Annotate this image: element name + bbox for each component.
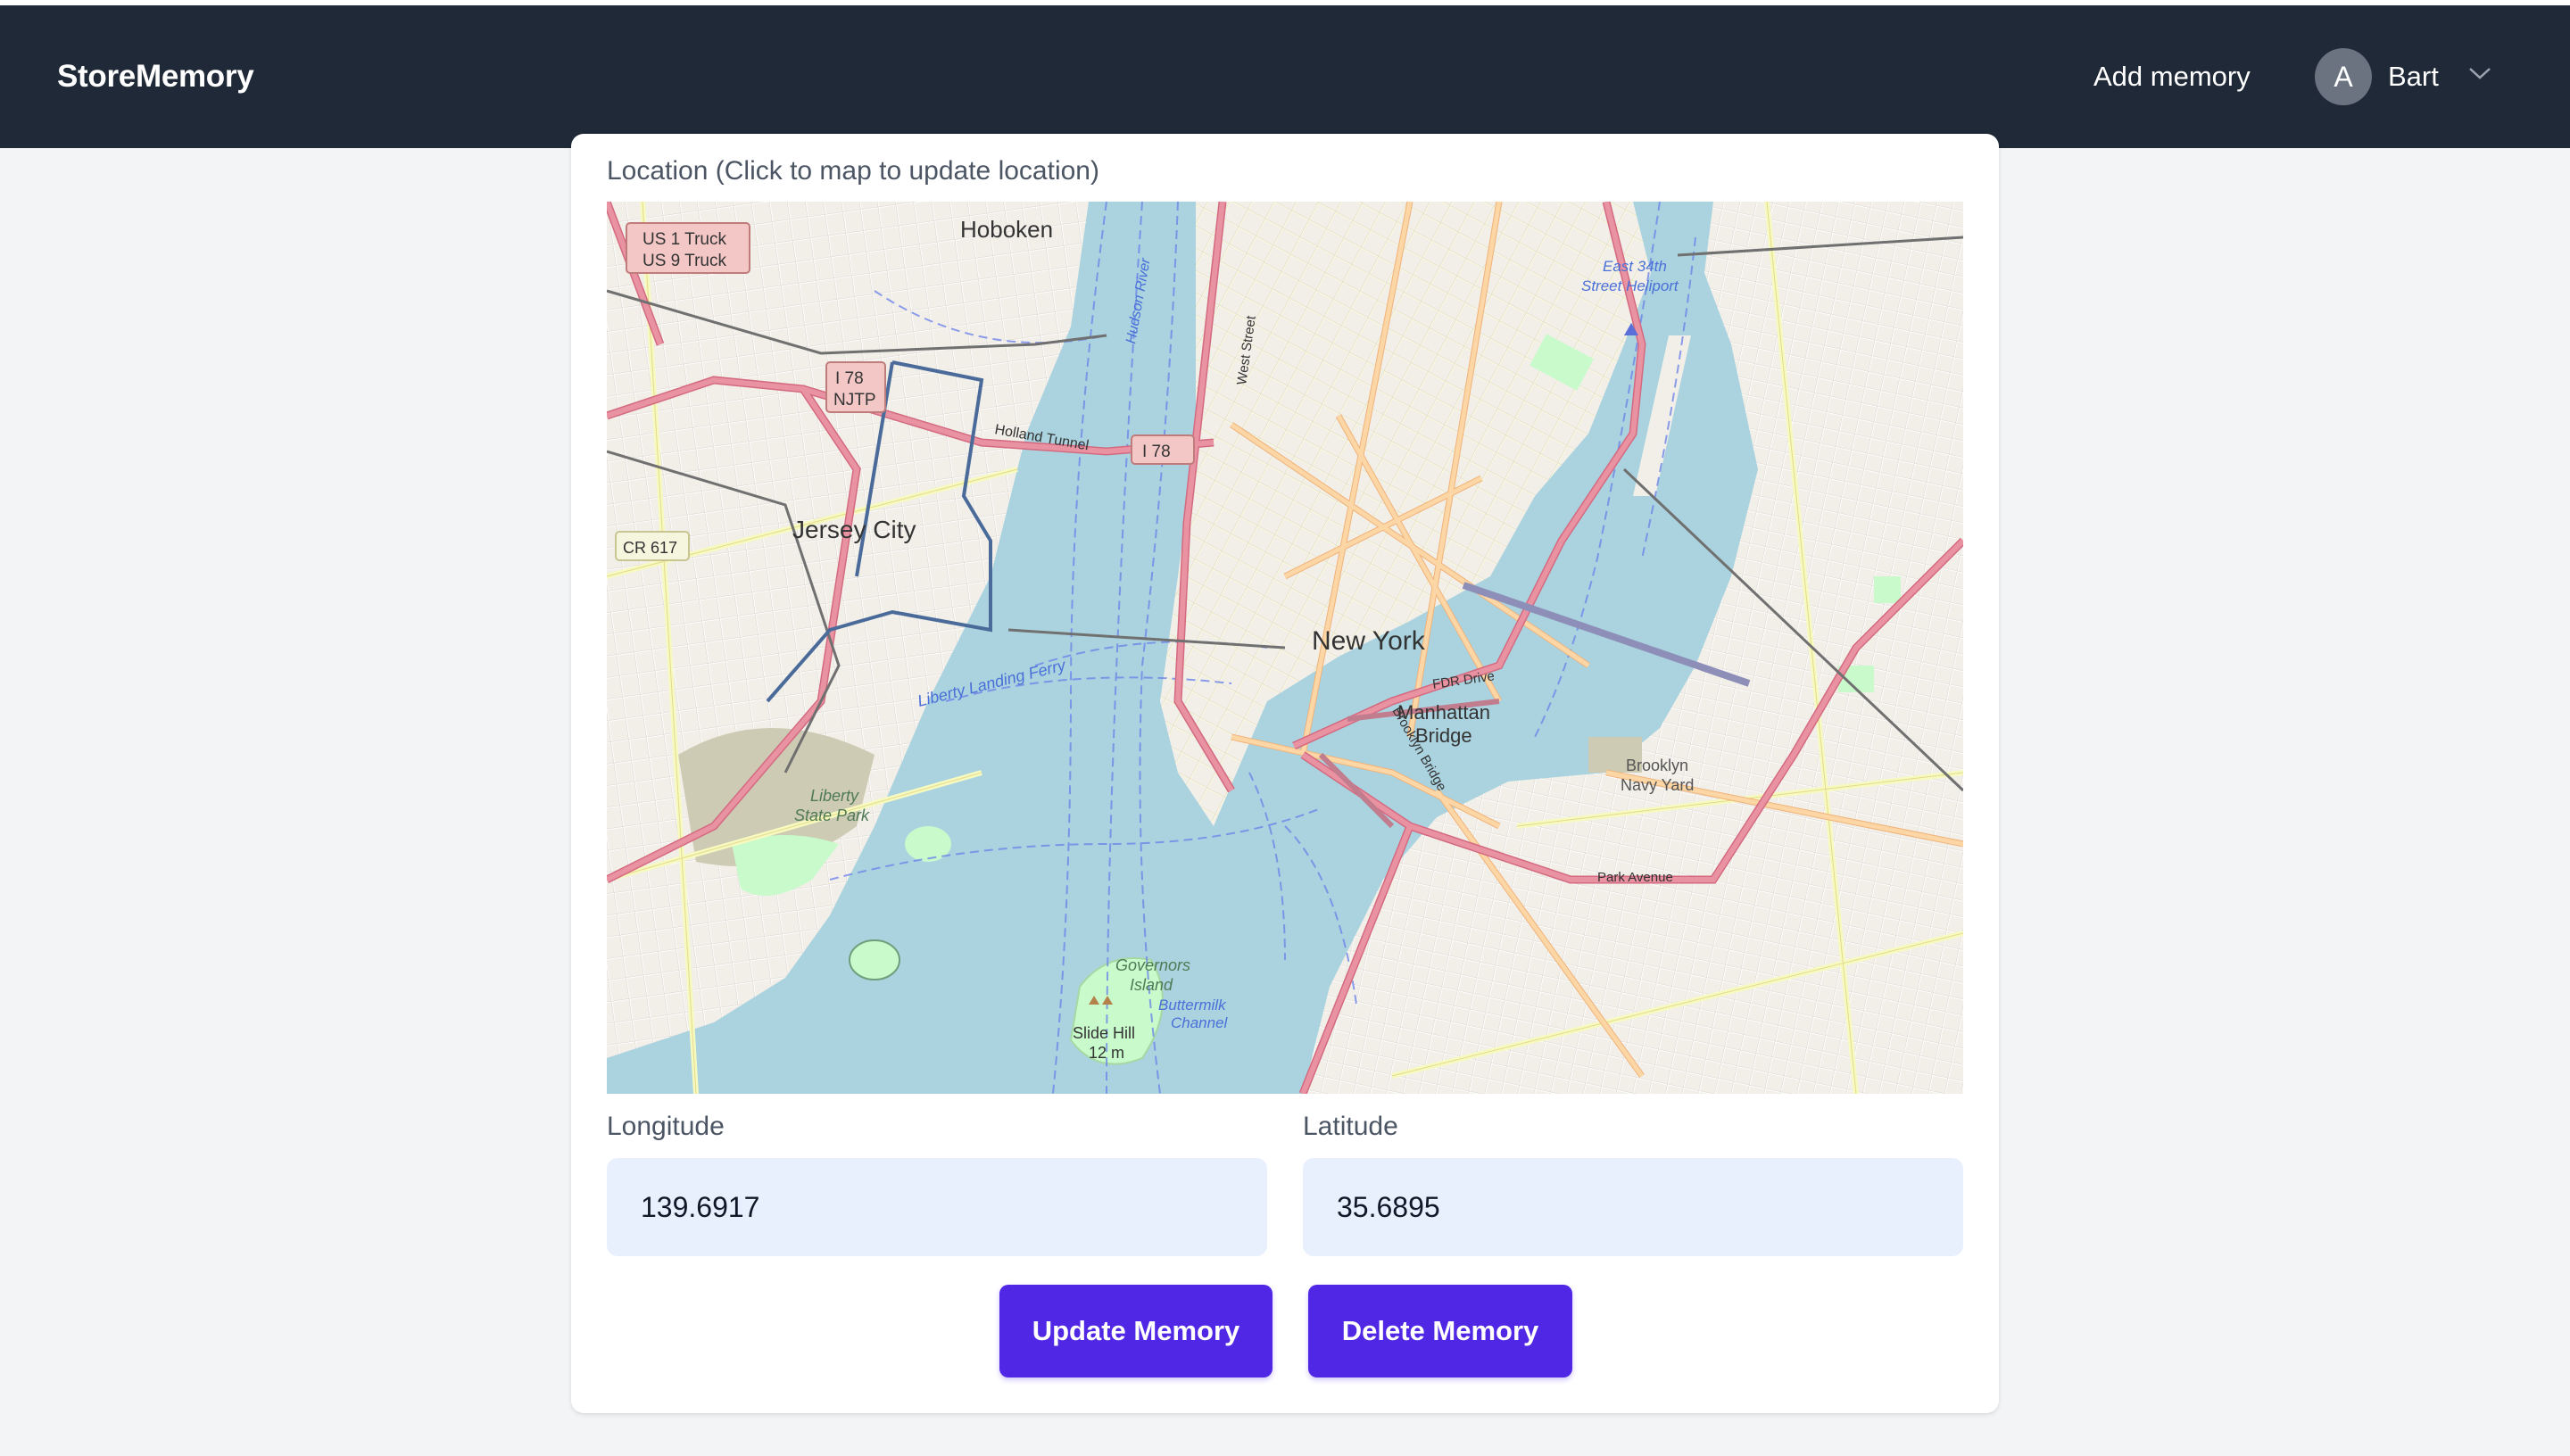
- map-label-park-avenue: Park Avenue: [1597, 870, 1673, 885]
- longitude-label: Longitude: [607, 1112, 725, 1141]
- avatar[interactable]: A: [2315, 48, 2372, 105]
- map-label-buttermilk: Buttermilk: [1158, 997, 1227, 1013]
- latitude-input[interactable]: [1303, 1158, 1963, 1256]
- update-memory-button[interactable]: Update Memory: [999, 1285, 1273, 1377]
- shield-cr617: CR 617: [623, 539, 677, 557]
- map-label-navy-yard: Brooklyn: [1626, 757, 1688, 774]
- chevron-down-icon[interactable]: [2466, 64, 2493, 82]
- shield-us9: US 9 Truck: [642, 252, 726, 270]
- longitude-input[interactable]: [607, 1158, 1267, 1256]
- user-menu[interactable]: A Bart: [2315, 46, 2493, 105]
- map-label-buttermilk-channel: Channel: [1171, 1014, 1229, 1031]
- map-label-jersey-city: Jersey City: [792, 516, 916, 543]
- map-label-liberty-park: State Park: [794, 807, 870, 824]
- map-label-slide-hill: Slide Hill: [1073, 1024, 1135, 1042]
- latitude-label: Latitude: [1303, 1112, 1398, 1141]
- map-tiles: New York Jersey City Hoboken Manhattan B…: [607, 202, 1963, 1094]
- shield-njtp: NJTP: [833, 391, 876, 410]
- map-label-slide-hill-elevation: 12 m: [1089, 1044, 1124, 1062]
- map-label-governors-island: Island: [1130, 976, 1173, 994]
- brand-logo[interactable]: StoreMemory: [57, 59, 254, 95]
- shield-us1: US 1 Truck: [642, 230, 726, 249]
- location-label: Location (Click to map to update locatio…: [607, 156, 1099, 186]
- map-label-liberty: Liberty: [810, 787, 859, 805]
- map-label-navy-yard-2: Navy Yard: [1621, 776, 1694, 794]
- user-name[interactable]: Bart: [2388, 61, 2439, 93]
- add-memory-link[interactable]: Add memory: [2093, 61, 2251, 93]
- map-label-hoboken: Hoboken: [960, 216, 1053, 243]
- shield-i78-a: I 78: [835, 369, 864, 388]
- shield-i78-b: I 78: [1142, 443, 1171, 461]
- navbar: StoreMemory Add memory A Bart: [0, 5, 2570, 148]
- map-label-new-york: New York: [1312, 626, 1426, 656]
- location-map[interactable]: New York Jersey City Hoboken Manhattan B…: [607, 202, 1963, 1094]
- map-label-governors: Governors: [1115, 956, 1190, 974]
- map-label-heliport-2: Street Heliport: [1581, 277, 1679, 294]
- map-label-heliport: East 34th: [1603, 258, 1667, 275]
- delete-memory-button[interactable]: Delete Memory: [1308, 1285, 1572, 1377]
